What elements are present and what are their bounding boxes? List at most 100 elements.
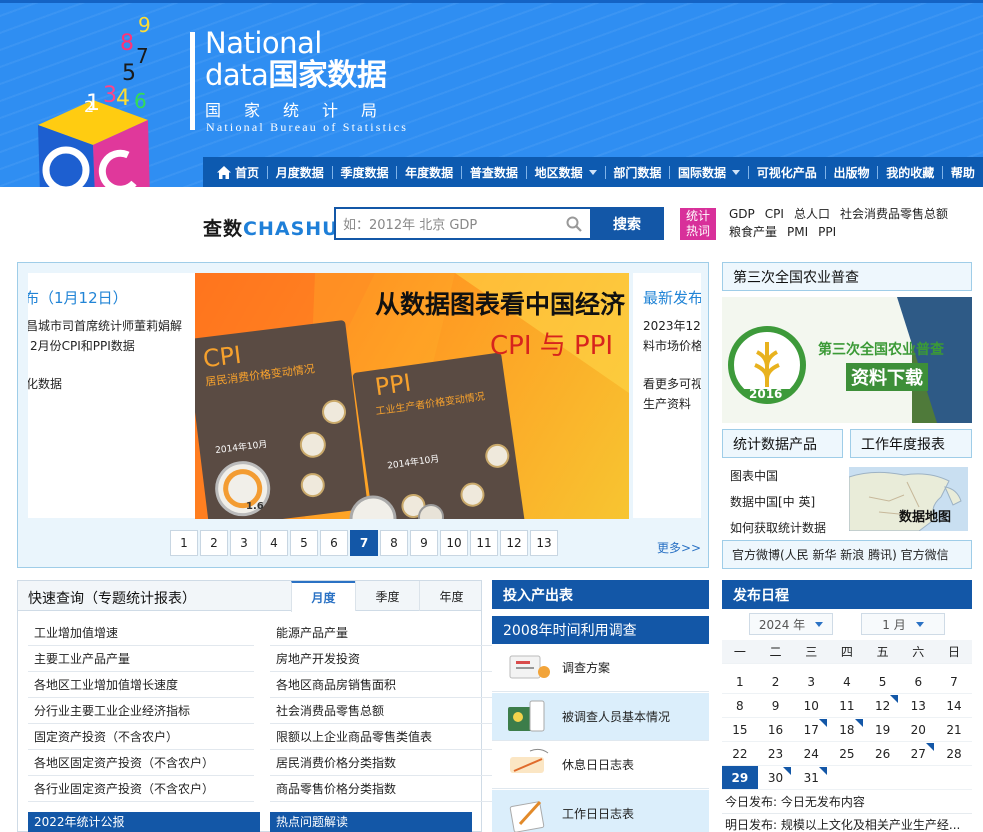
search-input[interactable]: 如：2012年 北京 GDP	[334, 207, 592, 240]
slide-previous[interactable]: 布（1月12日） 昌城市司首席统计师董莉娟解 2月份CPI和PPI数据 化数据	[28, 273, 196, 518]
nav-annual[interactable]: 年度数据	[397, 164, 461, 181]
hot-word[interactable]: GDP	[729, 206, 755, 222]
survey-title[interactable]: 2008年时间利用调查	[492, 616, 709, 644]
calendar-day[interactable]: 25	[829, 742, 865, 766]
tab-quarterly[interactable]: 季度	[355, 581, 419, 611]
calendar-day[interactable]: 9	[757, 694, 794, 718]
calendar-day[interactable]: 24	[793, 742, 830, 766]
list-item[interactable]: 工业增加值增速	[28, 620, 254, 646]
calendar-day[interactable]: 26	[864, 742, 901, 766]
list-item[interactable]: 社会消费品零售总额	[270, 698, 496, 724]
nav-regional[interactable]: 地区数据	[527, 164, 605, 181]
calendar-day[interactable]: 19	[864, 718, 901, 742]
tab-annual[interactable]: 年度	[419, 581, 483, 611]
list-item[interactable]: 各地区工业增加值增长速度	[28, 672, 254, 698]
list-item[interactable]: 限额以上企业商品零售类值表	[270, 724, 496, 750]
nav-quarterly[interactable]: 季度数据	[332, 164, 396, 181]
io-item-plan[interactable]: 调查方案	[492, 644, 709, 692]
product-link[interactable]: 如何获取统计数据	[730, 515, 826, 541]
page-button[interactable]: 5	[290, 530, 318, 556]
nav-census[interactable]: 普查数据	[462, 164, 526, 181]
year-select[interactable]: 2024 年	[749, 613, 833, 635]
list-item[interactable]: 居民消费价格分类指数	[270, 750, 496, 776]
calendar-day[interactable]: 18	[829, 718, 865, 742]
io-title[interactable]: 投入产出表	[492, 580, 709, 609]
list-item[interactable]: 商品零售价格分类指数	[270, 776, 496, 802]
hot-word[interactable]: PPI	[818, 224, 836, 240]
nav-publications[interactable]: 出版物	[825, 164, 877, 181]
calendar-day[interactable]: 29	[722, 766, 758, 790]
hot-word[interactable]: 总人口	[794, 206, 830, 222]
hot-word[interactable]: PMI	[787, 224, 808, 240]
page-button[interactable]: 12	[500, 530, 528, 556]
today-release[interactable]: 今日发布: 今日无发布内容	[722, 791, 972, 814]
banner-cpi-ppi[interactable]: 从数据图表看中国经济 CPI 与 PPI CPI 居民消费价格变动情况 2014…	[195, 273, 629, 519]
calendar-day[interactable]: 30	[757, 766, 794, 790]
list-item[interactable]: 各地区商品房销售面积	[270, 672, 496, 698]
page-button-active[interactable]: 7	[350, 530, 378, 556]
page-button[interactable]: 10	[440, 530, 468, 556]
page-button[interactable]: 11	[470, 530, 498, 556]
calendar-day[interactable]: 14	[936, 694, 972, 718]
calendar-day[interactable]: 12	[864, 694, 901, 718]
tab-monthly[interactable]: 月度	[291, 581, 355, 612]
calendar-day[interactable]: 22	[722, 742, 758, 766]
calendar-day[interactable]: 31	[793, 766, 830, 790]
list-item[interactable]: 房地产开发投资	[270, 646, 496, 672]
page-button[interactable]: 3	[230, 530, 258, 556]
nav-home[interactable]: 首页	[209, 164, 267, 181]
list-item[interactable]: 各行业固定资产投资（不含农户）	[28, 776, 254, 802]
page-button[interactable]: 4	[260, 530, 288, 556]
nav-international[interactable]: 国际数据	[670, 164, 748, 181]
data-map[interactable]: 数据地图	[849, 467, 968, 531]
io-item-rest-day[interactable]: 休息日日志表	[492, 741, 709, 789]
site-logo[interactable]: National data国家数据	[205, 27, 387, 92]
nav-favorites[interactable]: 我的收藏	[878, 164, 942, 181]
calendar-day[interactable]: 11	[829, 694, 865, 718]
hot-word[interactable]: CPI	[765, 206, 784, 222]
calendar-day[interactable]: 8	[722, 694, 758, 718]
yearbook-title[interactable]: 工作年度报表	[850, 429, 972, 458]
calendar-day[interactable]: 17	[793, 718, 830, 742]
page-button[interactable]: 13	[530, 530, 558, 556]
tomorrow-release[interactable]: 明日发布: 规模以上文化及相关产业生产经...	[722, 814, 972, 832]
cube-logo-icon[interactable]: 2 1 3 4 5 6 7 8 9	[18, 10, 188, 187]
calendar-day[interactable]: 1	[722, 670, 758, 694]
official-weibo[interactable]: 官方微博(人民 新华 新浪 腾讯) 官方微信	[722, 540, 972, 569]
calendar-day[interactable]: 5	[864, 670, 901, 694]
page-button[interactable]: 6	[320, 530, 348, 556]
list-item[interactable]: 固定资产投资（不含农户）	[28, 724, 254, 750]
calendar-day[interactable]: 28	[936, 742, 972, 766]
calendar-day[interactable]: 21	[936, 718, 972, 742]
statistical-bulletin-header[interactable]: 2022年统计公报	[28, 812, 260, 832]
calendar-day[interactable]: 23	[757, 742, 794, 766]
nav-department[interactable]: 部门数据	[605, 164, 669, 181]
io-item-basic-info[interactable]: 被调查人员基本情况	[492, 693, 709, 741]
agri-census-banner[interactable]: 2016 第三次全国农业普查 资料下载	[722, 297, 972, 423]
calendar-day[interactable]: 2	[757, 670, 794, 694]
calendar-day[interactable]: 3	[793, 670, 830, 694]
product-link[interactable]: 图表中国	[730, 463, 826, 489]
more-link[interactable]: 更多>>	[657, 539, 701, 556]
month-select[interactable]: 1 月	[861, 613, 945, 635]
calendar-day[interactable]: 13	[900, 694, 937, 718]
calendar-day[interactable]: 7	[936, 670, 972, 694]
calendar-day[interactable]: 20	[900, 718, 937, 742]
hot-topics-header[interactable]: 热点问题解读	[270, 812, 472, 832]
hot-word[interactable]: 粮食产量	[729, 224, 777, 240]
product-link[interactable]: 数据中国[中 英]	[730, 489, 826, 515]
list-item[interactable]: 能源产品产量	[270, 620, 496, 646]
page-button[interactable]: 9	[410, 530, 438, 556]
calendar-day[interactable]: 15	[722, 718, 758, 742]
nav-help[interactable]: 帮助	[943, 164, 983, 181]
page-button[interactable]: 1	[170, 530, 198, 556]
nav-monthly[interactable]: 月度数据	[268, 164, 332, 181]
hot-word[interactable]: 社会消费品零售总额	[840, 206, 948, 222]
list-item[interactable]: 主要工业产品产量	[28, 646, 254, 672]
calendar-day[interactable]: 10	[793, 694, 830, 718]
nav-visualization[interactable]: 可视化产品	[749, 164, 825, 181]
page-button[interactable]: 8	[380, 530, 408, 556]
slide-next[interactable]: 最新发布 2023年12月 料市场价格 看更多可视 生产资料	[633, 273, 701, 518]
list-item[interactable]: 各地区固定资产投资（不含农户）	[28, 750, 254, 776]
calendar-day[interactable]: 6	[900, 670, 937, 694]
